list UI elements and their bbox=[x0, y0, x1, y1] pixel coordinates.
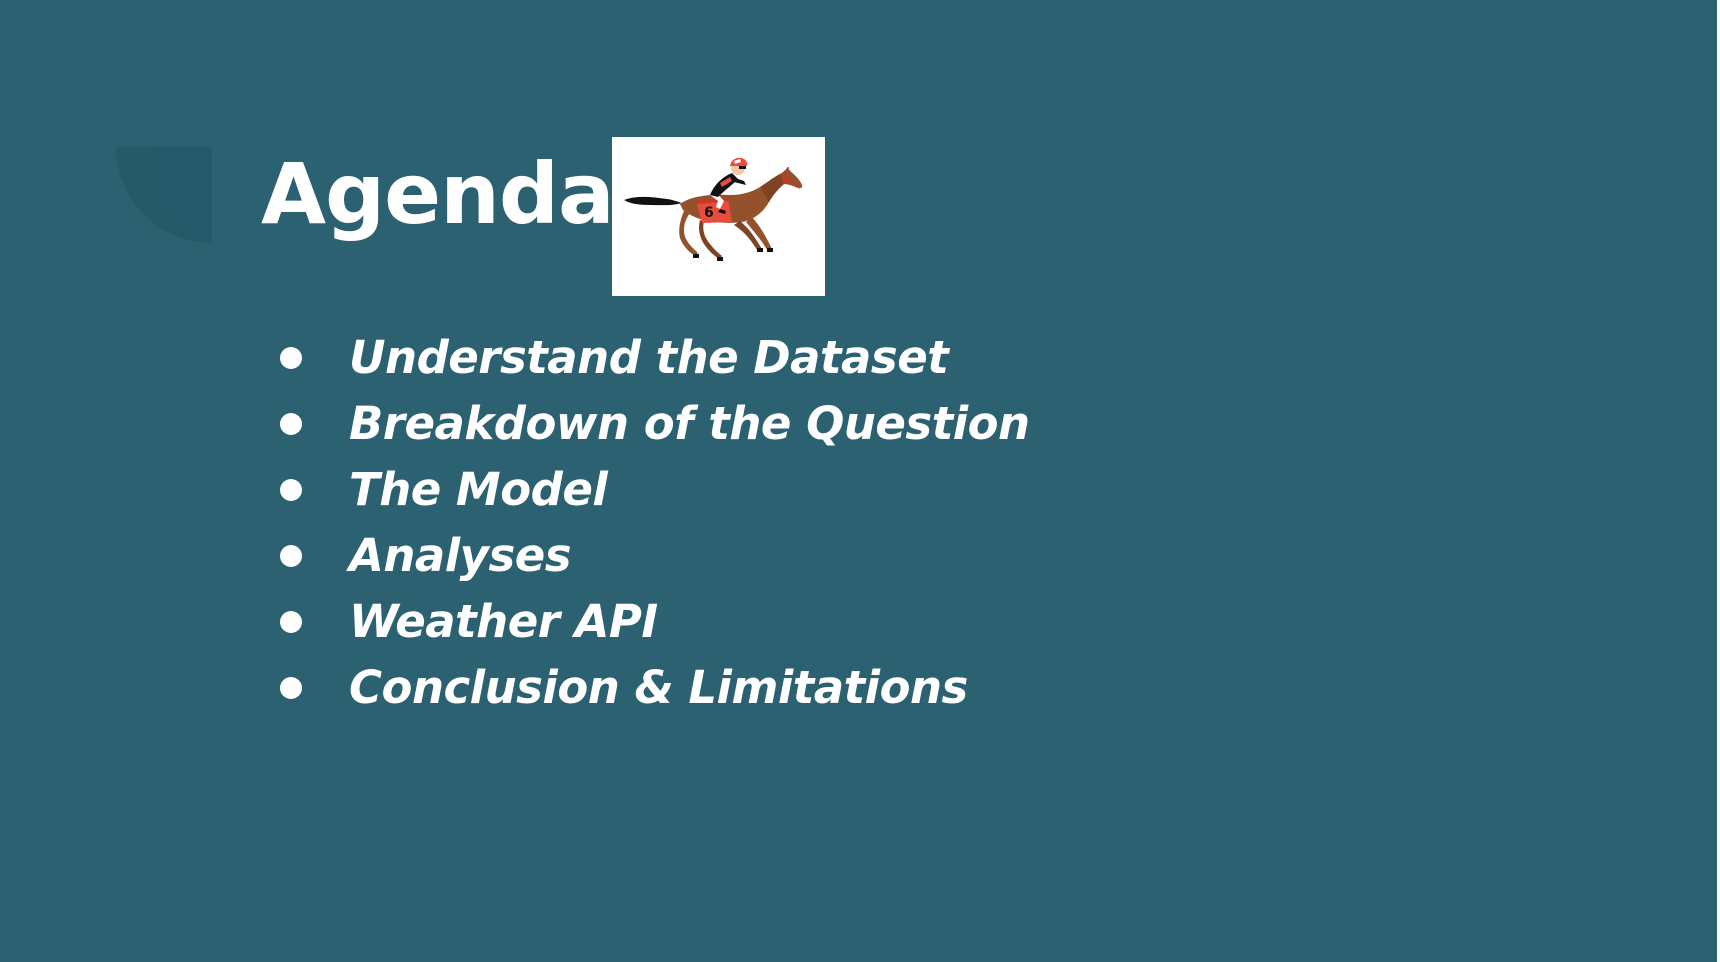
bullet-icon bbox=[280, 413, 302, 435]
agenda-item: The Model bbox=[270, 457, 1030, 523]
agenda-item: Analyses bbox=[270, 523, 1030, 589]
bullet-icon bbox=[280, 611, 302, 633]
agenda-item-label: The Model bbox=[349, 463, 608, 516]
slide: Agenda 6 Understand the Dataset Breakdow… bbox=[0, 0, 1717, 962]
agenda-item-label: Understand the Dataset bbox=[349, 331, 949, 384]
agenda-item-label: Analyses bbox=[349, 529, 572, 582]
agenda-item: Understand the Dataset bbox=[270, 325, 1030, 391]
bullet-icon bbox=[280, 545, 302, 567]
decorative-quarter-circle bbox=[116, 147, 212, 243]
agenda-item-label: Breakdown of the Question bbox=[349, 397, 1030, 450]
horse-racing-jockey-icon: 6 bbox=[624, 157, 803, 261]
bullet-icon bbox=[280, 479, 302, 501]
agenda-item: Conclusion & Limitations bbox=[270, 655, 1030, 721]
agenda-item: Weather API bbox=[270, 589, 1030, 655]
agenda-item-label: Weather API bbox=[349, 595, 658, 648]
agenda-item-label: Conclusion & Limitations bbox=[349, 661, 968, 714]
horse-racing-image: 6 bbox=[612, 137, 825, 296]
bullet-icon bbox=[280, 347, 302, 369]
agenda-list: Understand the Dataset Breakdown of the … bbox=[270, 325, 1030, 721]
svg-text:6: 6 bbox=[704, 205, 714, 221]
agenda-item: Breakdown of the Question bbox=[270, 391, 1030, 457]
bullet-icon bbox=[280, 677, 302, 699]
slide-title: Agenda bbox=[261, 145, 615, 243]
